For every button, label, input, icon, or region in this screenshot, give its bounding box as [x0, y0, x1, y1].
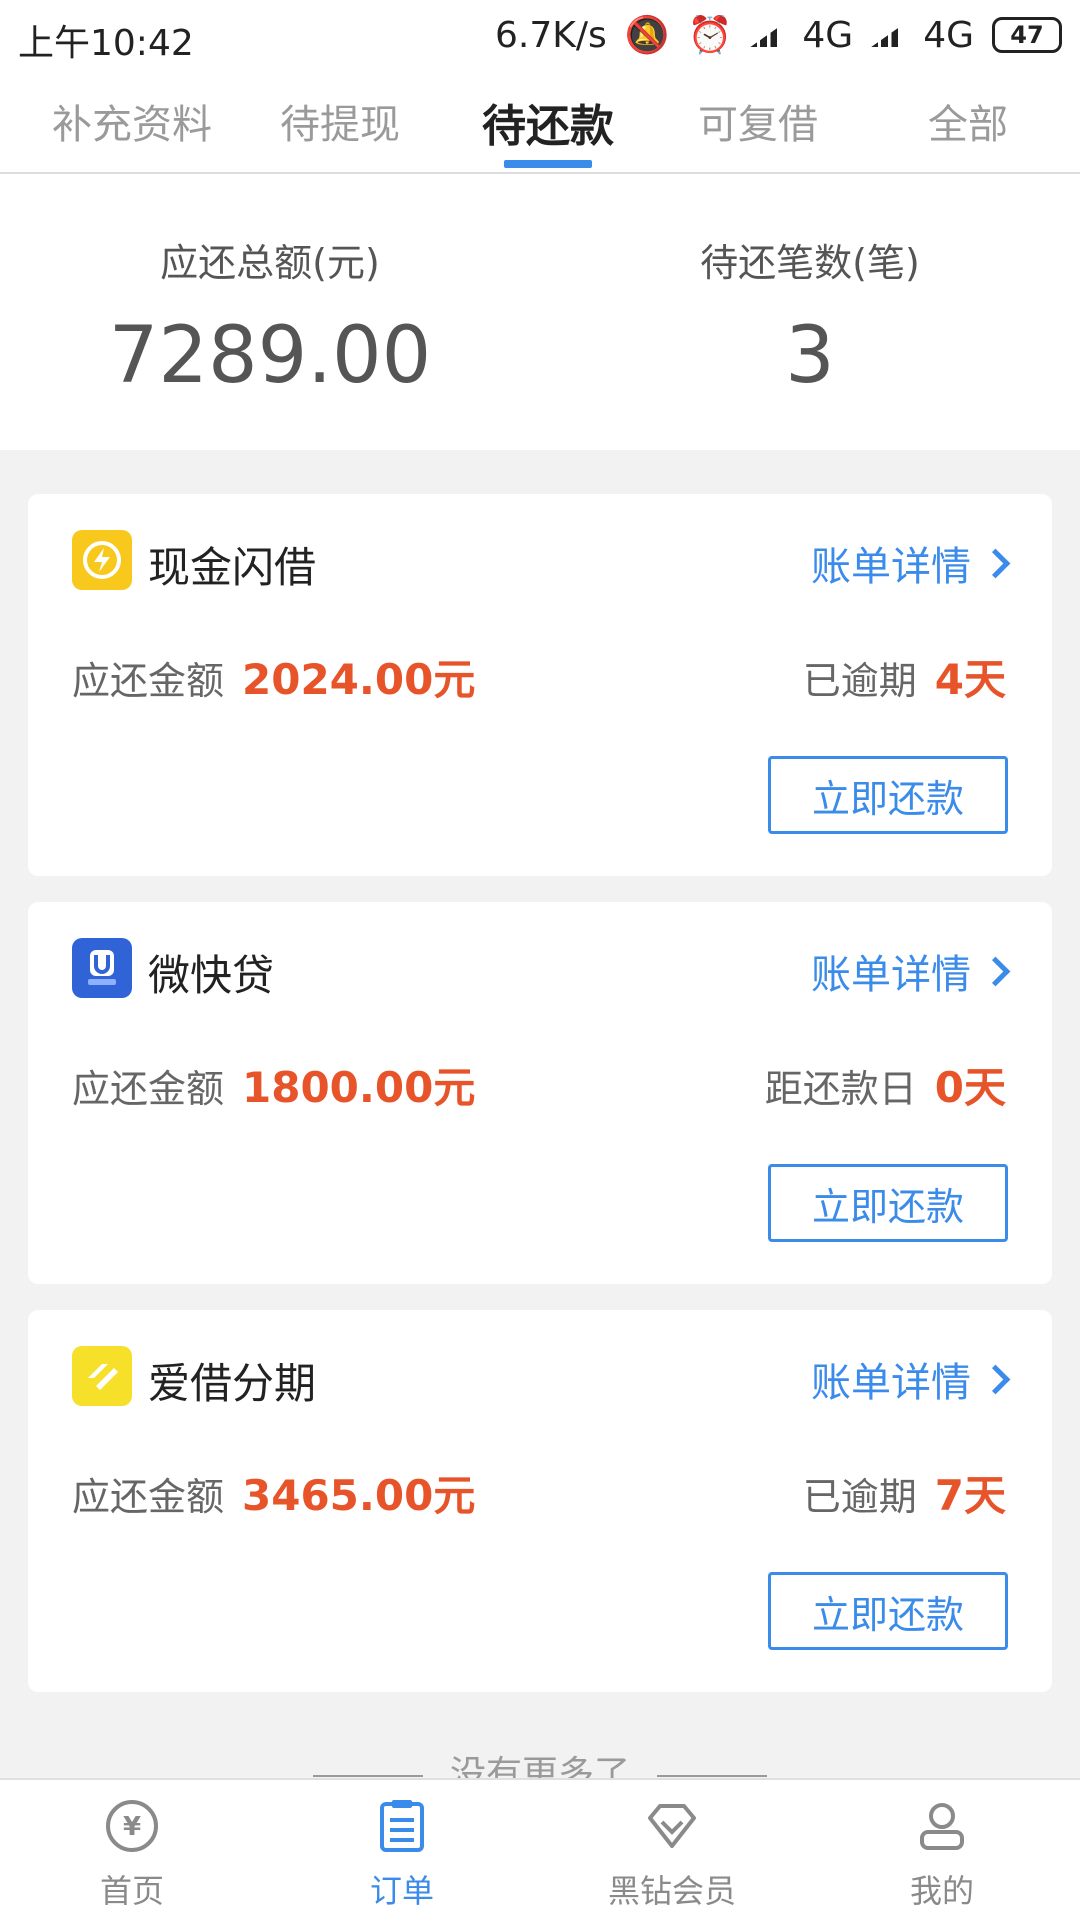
svg-text:¥: ¥: [123, 1812, 141, 1842]
due-status-value: 4天: [934, 655, 1006, 704]
total-amount-label: 应还总额(元): [160, 241, 380, 285]
due-status-label: 已逾期: [802, 659, 917, 703]
chevron-right-icon: [980, 1364, 1011, 1394]
network-speed: 6.7K/s: [494, 14, 607, 56]
pending-count-block: 待还笔数(笔) 3: [610, 232, 1010, 401]
bill-detail-link[interactable]: 账单详情: [811, 942, 1011, 1000]
loan-card: 爱借分期 账单详情 应还金额 3465.00元 已逾期 7天 立即还款: [28, 1310, 1052, 1692]
tab-reborrow[interactable]: 可复借: [698, 92, 818, 150]
due-status-row: 已逾期 7天: [803, 1462, 1006, 1523]
diamond-icon: [644, 1798, 700, 1854]
chevron-right-icon: [980, 956, 1011, 986]
bill-detail-label: 账单详情: [811, 1360, 971, 1406]
divider-line: [312, 1775, 423, 1777]
order-tabs: 补充资料 待提现 待还款 可复借 全部: [0, 70, 1080, 174]
amount-row: 应还金额 1800.00元: [72, 1054, 475, 1115]
due-status-label: 已逾期: [802, 1475, 917, 1519]
due-status-row: 已逾期 4天: [803, 646, 1006, 707]
bill-detail-link[interactable]: 账单详情: [811, 534, 1011, 592]
nav-mine[interactable]: 我的: [842, 1798, 1042, 1912]
repay-now-button[interactable]: 立即还款: [768, 756, 1008, 834]
divider-line: [657, 1775, 768, 1777]
clipboard-icon: [374, 1798, 430, 1854]
lightning-icon: [72, 530, 132, 590]
lender-name: 微快贷: [148, 951, 275, 1000]
loan-card: 微快贷 账单详情 应还金额 1800.00元 距还款日 0天 立即还款: [28, 902, 1052, 1284]
network-type-2: 4G: [923, 14, 974, 56]
total-amount-block: 应还总额(元) 7289.00: [70, 232, 470, 401]
bottom-nav: ¥ 首页 订单 黑钻会员 我的: [0, 1778, 1080, 1922]
bill-detail-link[interactable]: 账单详情: [811, 1350, 1011, 1408]
network-type-1: 4G: [802, 14, 854, 56]
nav-mine-label: 我的: [909, 1872, 974, 1910]
amount-value: 3465.00元: [242, 1471, 476, 1520]
amount-label: 应还金额: [72, 1067, 225, 1111]
amount-row: 应还金额 3465.00元: [72, 1462, 475, 1523]
amount-value: 1800.00元: [242, 1063, 476, 1112]
loan-card: 现金闪借 账单详情 应还金额 2024.00元 已逾期 4天 立即还款: [28, 494, 1052, 876]
signal-icon-2: [871, 23, 906, 47]
pending-count-label: 待还笔数(笔): [700, 241, 920, 285]
user-icon: [914, 1798, 970, 1854]
repay-summary: 应还总额(元) 7289.00 待还笔数(笔) 3: [0, 174, 1080, 450]
amount-label: 应还金额: [72, 1475, 225, 1519]
due-status-value: 0天: [934, 1063, 1006, 1112]
lender-name: 现金闪借: [148, 543, 317, 592]
lender-name: 爱借分期: [148, 1359, 317, 1408]
nav-vip-label: 黑钻会员: [607, 1872, 736, 1910]
tab-pending-repay[interactable]: 待还款: [482, 90, 614, 154]
bill-detail-label: 账单详情: [811, 952, 971, 998]
tab-active-indicator: [504, 160, 592, 168]
yen-coin-icon: ¥: [104, 1798, 160, 1854]
nav-orders-label: 订单: [369, 1872, 434, 1910]
status-indicators: 6.7K/s 🔕 ⏰ 4G 4G 47: [495, 14, 1062, 56]
amount-value: 2024.00元: [242, 655, 476, 704]
status-time: 上午10:42: [18, 23, 194, 64]
alarm-icon: ⏰: [687, 15, 733, 56]
pending-count-value: 3: [785, 311, 835, 401]
nav-vip[interactable]: 黑钻会员: [572, 1798, 772, 1912]
nav-home-label: 首页: [99, 1872, 164, 1910]
due-status-label: 距还款日: [764, 1067, 917, 1111]
due-status-value: 7天: [934, 1471, 1006, 1520]
signal-icon: [750, 23, 785, 47]
nav-home[interactable]: ¥ 首页: [32, 1798, 232, 1912]
total-amount-value: 7289.00: [108, 311, 432, 401]
chevron-right-icon: [980, 548, 1011, 578]
tab-pending-withdraw[interactable]: 待提现: [280, 92, 400, 150]
bill-detail-label: 账单详情: [811, 544, 971, 590]
due-status-row: 距还款日 0天: [765, 1054, 1006, 1115]
tab-all[interactable]: 全部: [928, 92, 1008, 150]
amount-row: 应还金额 2024.00元: [72, 646, 475, 707]
bell-muted-icon: 🔕: [624, 15, 670, 56]
nav-orders[interactable]: 订单: [302, 1798, 502, 1912]
tab-supplement-info[interactable]: 补充资料: [52, 92, 212, 150]
amount-label: 应还金额: [72, 659, 225, 703]
repay-now-button[interactable]: 立即还款: [768, 1572, 1008, 1650]
u-badge-icon: [72, 938, 132, 998]
stripes-icon: [72, 1346, 132, 1406]
battery-icon: 47: [992, 17, 1062, 53]
battery-level: 47: [1010, 21, 1044, 49]
repay-now-button[interactable]: 立即还款: [768, 1164, 1008, 1242]
status-bar: 上午10:42 6.7K/s 🔕 ⏰ 4G 4G 47: [0, 0, 1080, 70]
